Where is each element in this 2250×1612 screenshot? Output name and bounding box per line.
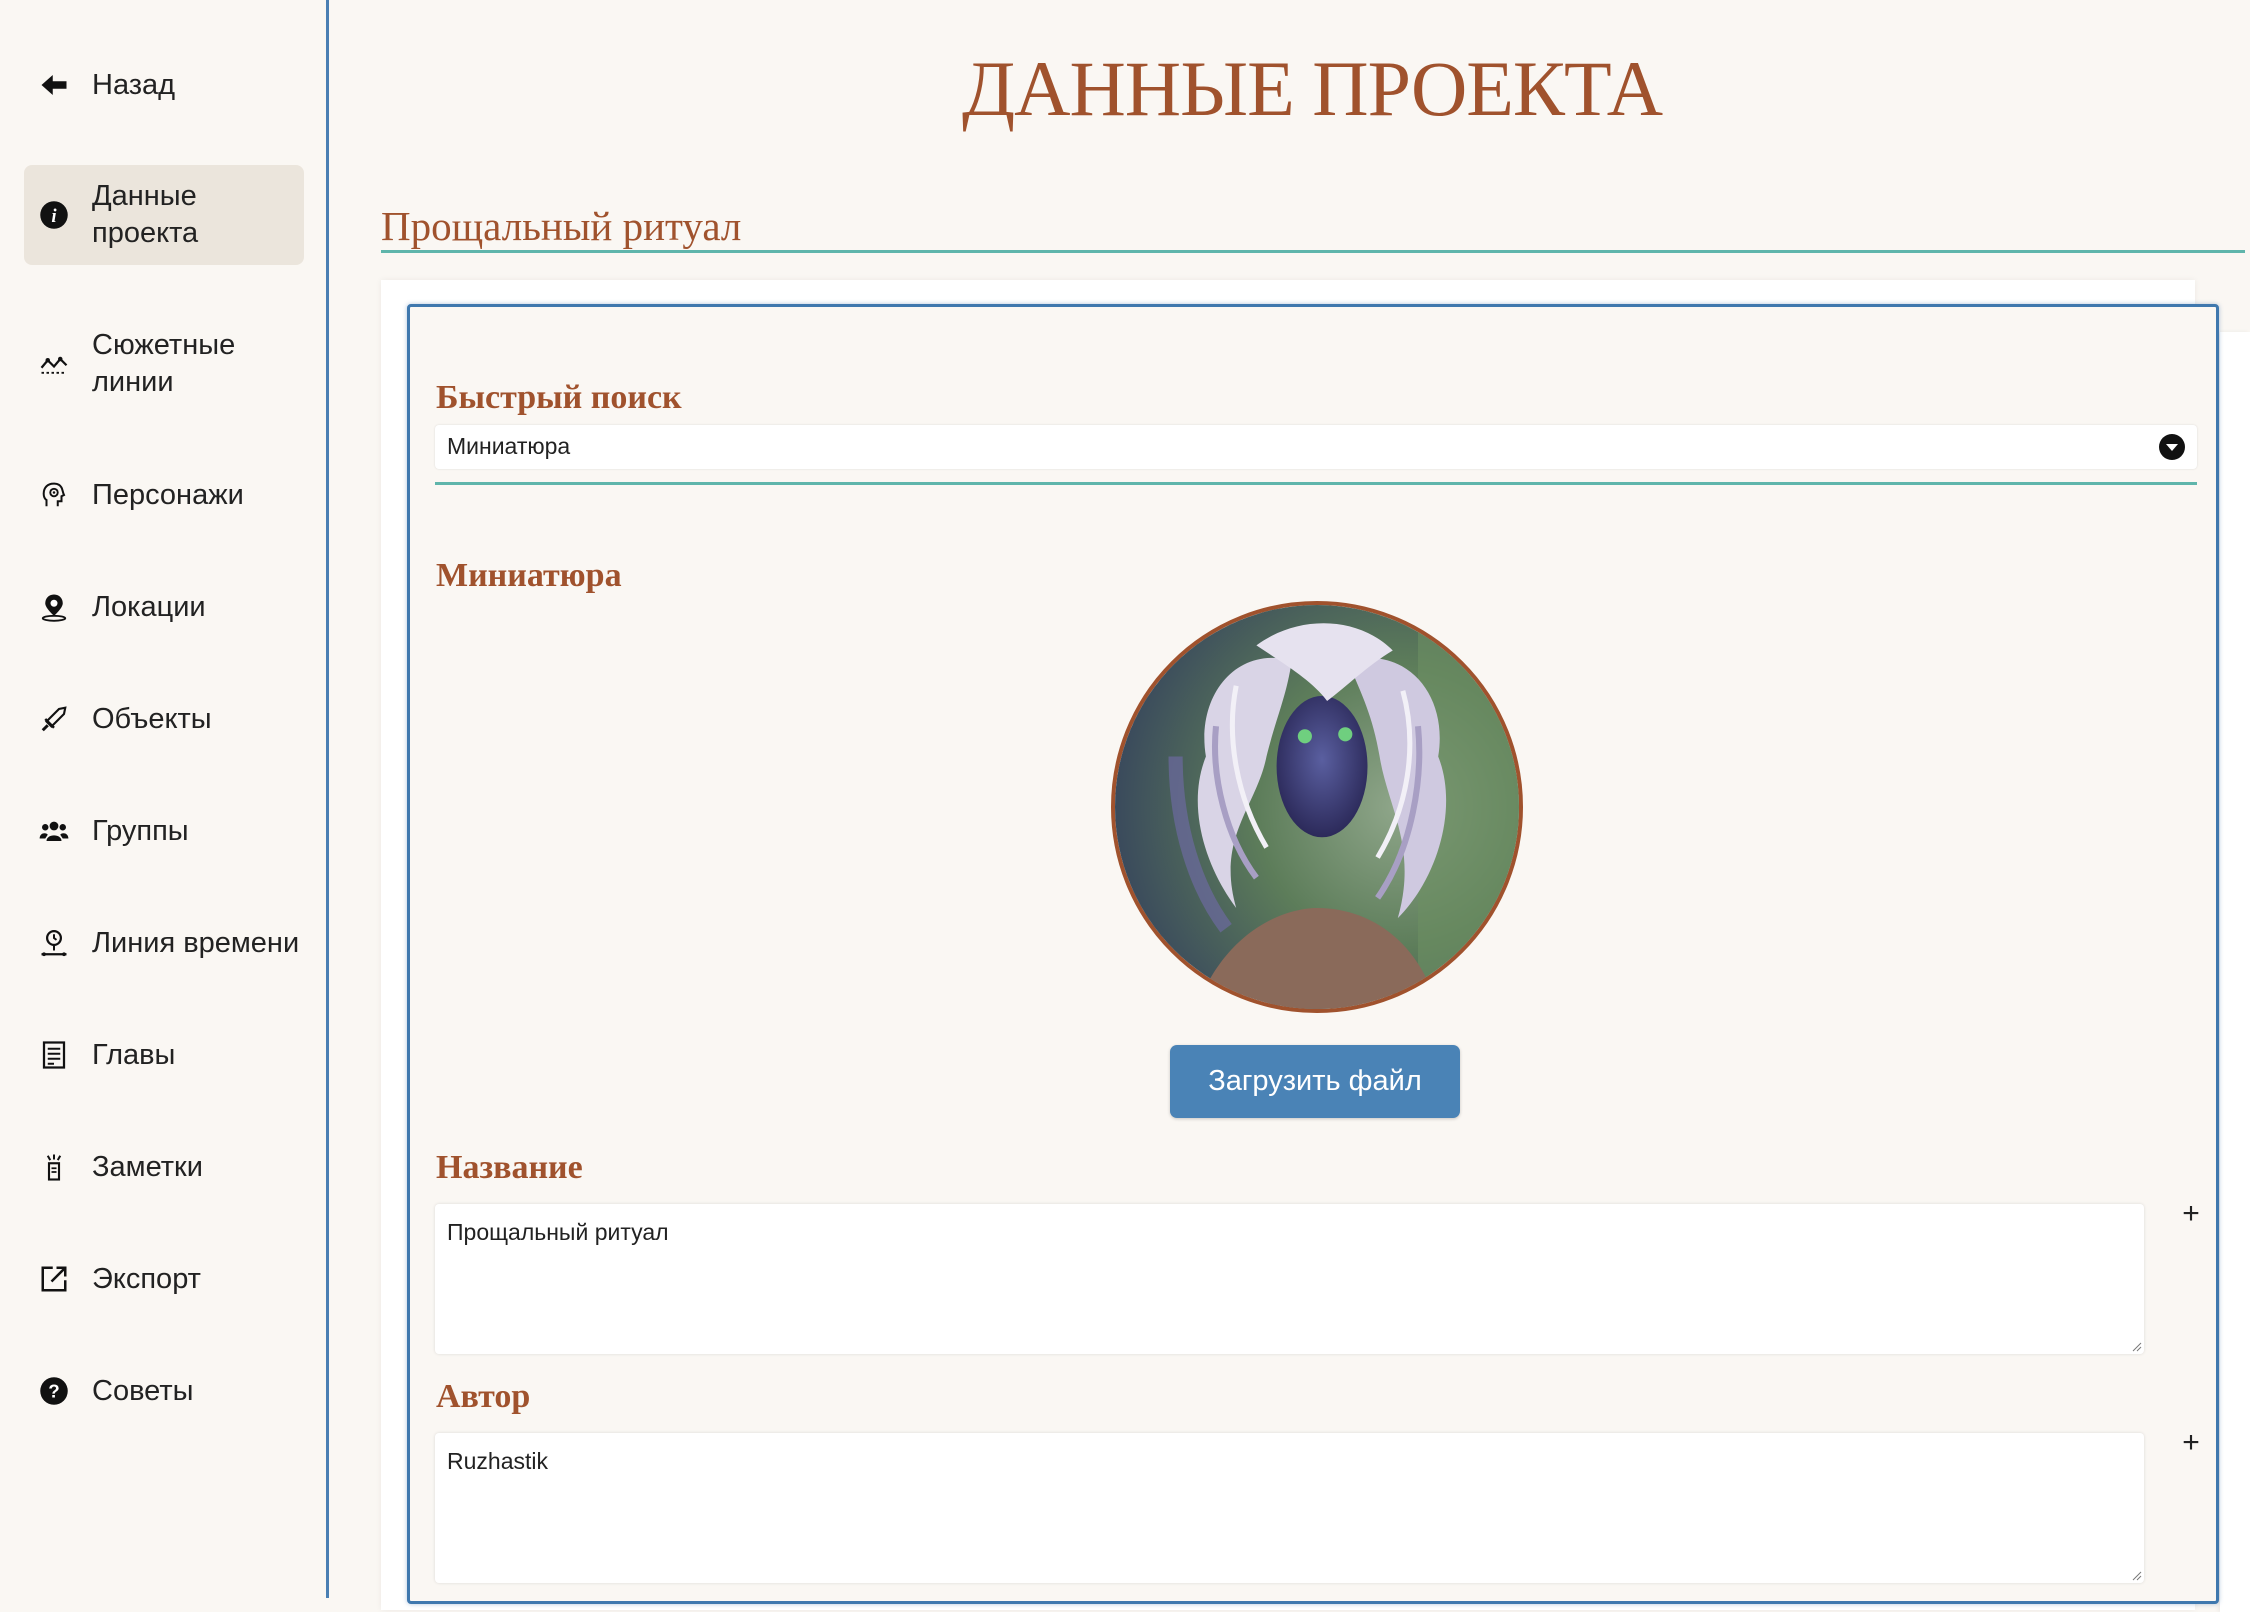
page-title: ДАННЫЕ ПРОЕКТА [961, 45, 1663, 132]
sidebar-item-label: Назад [92, 68, 176, 101]
notes-icon [36, 1149, 72, 1185]
sidebar-item-label: Группы [92, 814, 189, 847]
sidebar-item-chapters[interactable]: Главы [24, 1035, 304, 1075]
main-content: ДАННЫЕ ПРОЕКТА Прощальный ритуал Быстрый… [332, 0, 2250, 1612]
add-author-button[interactable]: + [2176, 1426, 2206, 1460]
back-arrow-icon [36, 67, 72, 103]
sidebar-item-label: Заметки [92, 1150, 203, 1183]
sidebar-item-timeline[interactable]: Линия времени [24, 923, 304, 963]
sidebar-item-label: Советы [92, 1374, 194, 1407]
sidebar-item-export[interactable]: Экспорт [24, 1259, 304, 1299]
info-icon: i [36, 197, 72, 233]
sidebar-item-label: Локации [92, 590, 206, 623]
sidebar-item-label: Экспорт [92, 1262, 201, 1295]
quick-search-value: Миниатюра [447, 433, 571, 459]
plotline-icon [36, 346, 72, 382]
svg-text:i: i [51, 206, 57, 227]
author-textarea[interactable]: Ruzhastik [435, 1433, 2144, 1583]
chevron-down-icon [2159, 434, 2185, 460]
back-button[interactable]: Назад [24, 65, 304, 105]
quick-search-select[interactable]: Миниатюра [435, 425, 2197, 469]
author-value: Ruzhastik [447, 1448, 548, 1474]
title-value: Прощальный ритуал [447, 1219, 669, 1245]
sidebar-item-label: Объекты [92, 702, 212, 735]
sidebar-item-label: Сюжетные линии [92, 329, 236, 398]
svg-text:?: ? [48, 1380, 59, 1401]
heading-divider [381, 250, 2245, 253]
sword-icon [36, 701, 72, 737]
document-icon [36, 1037, 72, 1073]
sidebar-item-notes[interactable]: Заметки [24, 1147, 304, 1187]
help-icon: ? [36, 1373, 72, 1409]
project-form-card: Быстрый поиск Миниатюра Миниатюра Загруз… [407, 304, 2219, 1604]
users-icon [36, 813, 72, 849]
sidebar-item-locations[interactable]: Локации [24, 587, 304, 627]
author-label: Автор [436, 1378, 531, 1415]
title-textarea[interactable]: Прощальный ритуал [435, 1204, 2144, 1354]
sidebar-item-objects[interactable]: Объекты [24, 699, 304, 739]
sidebar-item-label: Данные проекта [92, 180, 199, 249]
sidebar-item-label: Линия времени [92, 926, 300, 959]
upload-file-button[interactable]: Загрузить файл [1170, 1045, 1460, 1118]
card-edge [2220, 332, 2250, 1612]
thumbnail-image [1111, 601, 1523, 1013]
sidebar-item-plotlines[interactable]: Сюжетные линии [24, 322, 304, 406]
resize-handle-icon[interactable] [2130, 1340, 2142, 1352]
add-title-button[interactable]: + [2176, 1197, 2206, 1231]
map-pin-icon [36, 589, 72, 625]
sidebar-item-groups[interactable]: Группы [24, 811, 304, 851]
export-icon [36, 1261, 72, 1297]
sidebar-item-project-data[interactable]: i Данные проекта [24, 165, 304, 265]
thumbnail-label: Миниатюра [436, 557, 622, 594]
sidebar-item-tips[interactable]: ? Советы [24, 1371, 304, 1411]
head-gear-icon [36, 477, 72, 513]
timeline-icon [36, 925, 72, 961]
sidebar-item-characters[interactable]: Персонажи [24, 475, 304, 515]
quick-search-underline [435, 482, 2197, 485]
title-label: Название [436, 1149, 583, 1186]
quick-search-label: Быстрый поиск [436, 379, 682, 416]
sidebar-item-label: Главы [92, 1038, 176, 1071]
sidebar-item-label: Персонажи [92, 478, 244, 511]
project-name-heading: Прощальный ритуал [381, 203, 742, 249]
sidebar: Назад i Данные проекта Сюжетные линии Пе… [0, 0, 329, 1598]
resize-handle-icon[interactable] [2130, 1569, 2142, 1581]
